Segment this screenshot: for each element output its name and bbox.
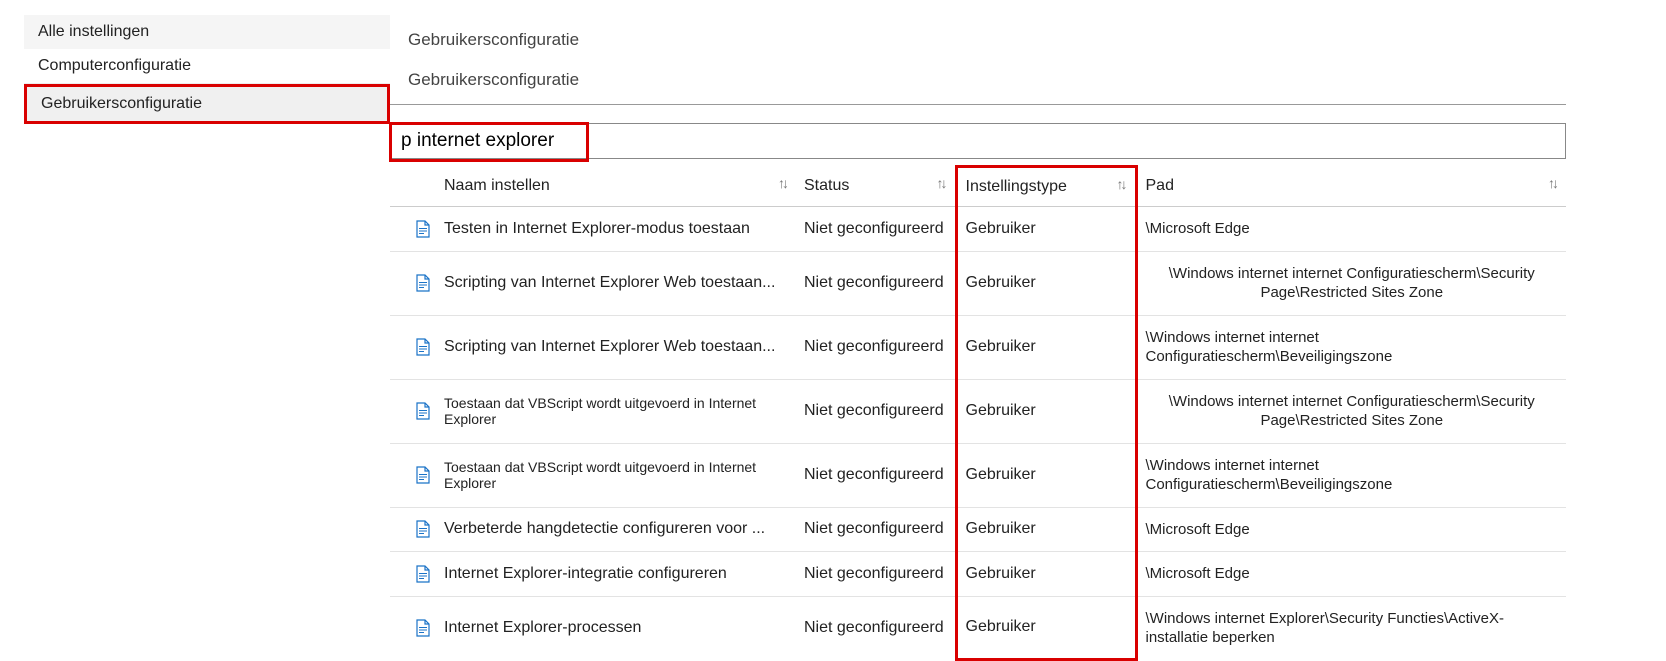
cell-path: \Microsoft Edge bbox=[1136, 552, 1566, 597]
cell-path: \Microsoft Edge bbox=[1136, 507, 1566, 552]
cell-status: Niet geconfigureerd bbox=[796, 251, 956, 315]
cell-status: Niet geconfigureerd bbox=[796, 315, 956, 379]
cell-name[interactable]: Toestaan dat VBScript wordt uitgevoerd i… bbox=[436, 379, 796, 443]
search-input[interactable] bbox=[390, 123, 1566, 159]
sort-icon[interactable]: ↑↓ bbox=[1117, 176, 1125, 192]
sort-icon[interactable]: ↑↓ bbox=[1548, 175, 1556, 191]
cell-name[interactable]: Internet Explorer-integratie configurere… bbox=[436, 552, 796, 597]
sidebar-item-label: Alle instellingen bbox=[38, 23, 149, 40]
cell-status: Niet geconfigureerd bbox=[796, 596, 956, 660]
cell-name[interactable]: Scripting van Internet Explorer Web toes… bbox=[436, 251, 796, 315]
sort-icon[interactable]: ↑↓ bbox=[937, 175, 945, 191]
sort-icon[interactable]: ↑↓ bbox=[778, 175, 786, 191]
document-icon bbox=[390, 379, 436, 443]
cell-type: Gebruiker bbox=[956, 379, 1136, 443]
col-status-header[interactable]: Status ↑↓ bbox=[796, 167, 956, 207]
breadcrumb-2: Gebruikersconfiguratie bbox=[408, 70, 1566, 90]
cell-type: Gebruiker bbox=[956, 552, 1136, 597]
sidebar-item-all-settings[interactable]: Alle instellingen bbox=[24, 15, 390, 49]
document-icon bbox=[390, 443, 436, 507]
table-row[interactable]: Verbeterde hangdetectie configureren voo… bbox=[390, 507, 1566, 552]
cell-name[interactable]: Toestaan dat VBScript wordt uitgevoerd i… bbox=[436, 443, 796, 507]
table-row[interactable]: Internet Explorer-processenNiet geconfig… bbox=[390, 596, 1566, 660]
cell-status: Niet geconfigureerd bbox=[796, 552, 956, 597]
cell-name[interactable]: Verbeterde hangdetectie configureren voo… bbox=[436, 507, 796, 552]
col-type-label: Instellingstype bbox=[966, 178, 1067, 195]
col-status-label: Status bbox=[804, 177, 849, 194]
cell-status: Niet geconfigureerd bbox=[796, 207, 956, 252]
cell-name[interactable]: Internet Explorer-processen bbox=[436, 596, 796, 660]
col-type-header[interactable]: Instellingstype ↑↓ bbox=[956, 167, 1136, 207]
cell-type: Gebruiker bbox=[956, 251, 1136, 315]
cell-status: Niet geconfigureerd bbox=[796, 443, 956, 507]
search-wrap bbox=[390, 123, 1566, 159]
cell-path: \Windows internet internet Configuraties… bbox=[1136, 251, 1566, 315]
sidebar-item-user-config[interactable]: Gebruikersconfiguratie bbox=[24, 84, 390, 124]
cell-path: \Windows internet internet Configuraties… bbox=[1136, 379, 1566, 443]
sidebar: Alle instellingen Computerconfiguratie G… bbox=[0, 0, 390, 661]
table-row[interactable]: Toestaan dat VBScript wordt uitgevoerd i… bbox=[390, 379, 1566, 443]
sidebar-item-label: Gebruikersconfiguratie bbox=[41, 95, 202, 112]
document-icon bbox=[390, 315, 436, 379]
cell-type: Gebruiker bbox=[956, 596, 1136, 660]
document-icon bbox=[390, 251, 436, 315]
settings-table: Naam instellen ↑↓ Status ↑↓ Instellingst… bbox=[390, 165, 1566, 661]
document-icon bbox=[390, 507, 436, 552]
cell-name[interactable]: Scripting van Internet Explorer Web toes… bbox=[436, 315, 796, 379]
cell-path: \Windows internet internet Configuraties… bbox=[1136, 443, 1566, 507]
table-row[interactable]: Internet Explorer-integratie configurere… bbox=[390, 552, 1566, 597]
divider bbox=[390, 104, 1566, 105]
table-row[interactable]: Testen in Internet Explorer-modus toesta… bbox=[390, 207, 1566, 252]
cell-type: Gebruiker bbox=[956, 443, 1136, 507]
table-row[interactable]: Scripting van Internet Explorer Web toes… bbox=[390, 251, 1566, 315]
cell-path: \Microsoft Edge bbox=[1136, 207, 1566, 252]
col-name-header[interactable]: Naam instellen ↑↓ bbox=[436, 167, 796, 207]
col-path-header[interactable]: Pad ↑↓ bbox=[1136, 167, 1566, 207]
table-row[interactable]: Scripting van Internet Explorer Web toes… bbox=[390, 315, 1566, 379]
document-icon bbox=[390, 552, 436, 597]
sidebar-item-label: Computerconfiguratie bbox=[38, 57, 191, 74]
cell-type: Gebruiker bbox=[956, 507, 1136, 552]
table-row[interactable]: Toestaan dat VBScript wordt uitgevoerd i… bbox=[390, 443, 1566, 507]
document-icon bbox=[390, 207, 436, 252]
cell-type: Gebruiker bbox=[956, 207, 1136, 252]
col-name-label: Naam instellen bbox=[444, 177, 550, 194]
cell-path: \Windows internet Explorer\Security Func… bbox=[1136, 596, 1566, 660]
sidebar-item-computer-config[interactable]: Computerconfiguratie bbox=[24, 49, 390, 84]
document-icon bbox=[390, 596, 436, 660]
cell-status: Niet geconfigureerd bbox=[796, 379, 956, 443]
breadcrumb-1: Gebruikersconfiguratie bbox=[408, 30, 1566, 50]
cell-type: Gebruiker bbox=[956, 315, 1136, 379]
col-path-label: Pad bbox=[1146, 177, 1174, 194]
cell-name[interactable]: Testen in Internet Explorer-modus toesta… bbox=[436, 207, 796, 252]
col-icon-header bbox=[390, 167, 436, 207]
cell-path: \Windows internet internet Configuraties… bbox=[1136, 315, 1566, 379]
cell-status: Niet geconfigureerd bbox=[796, 507, 956, 552]
main-panel: Gebruikersconfiguratie Gebruikersconfigu… bbox=[390, 0, 1666, 661]
